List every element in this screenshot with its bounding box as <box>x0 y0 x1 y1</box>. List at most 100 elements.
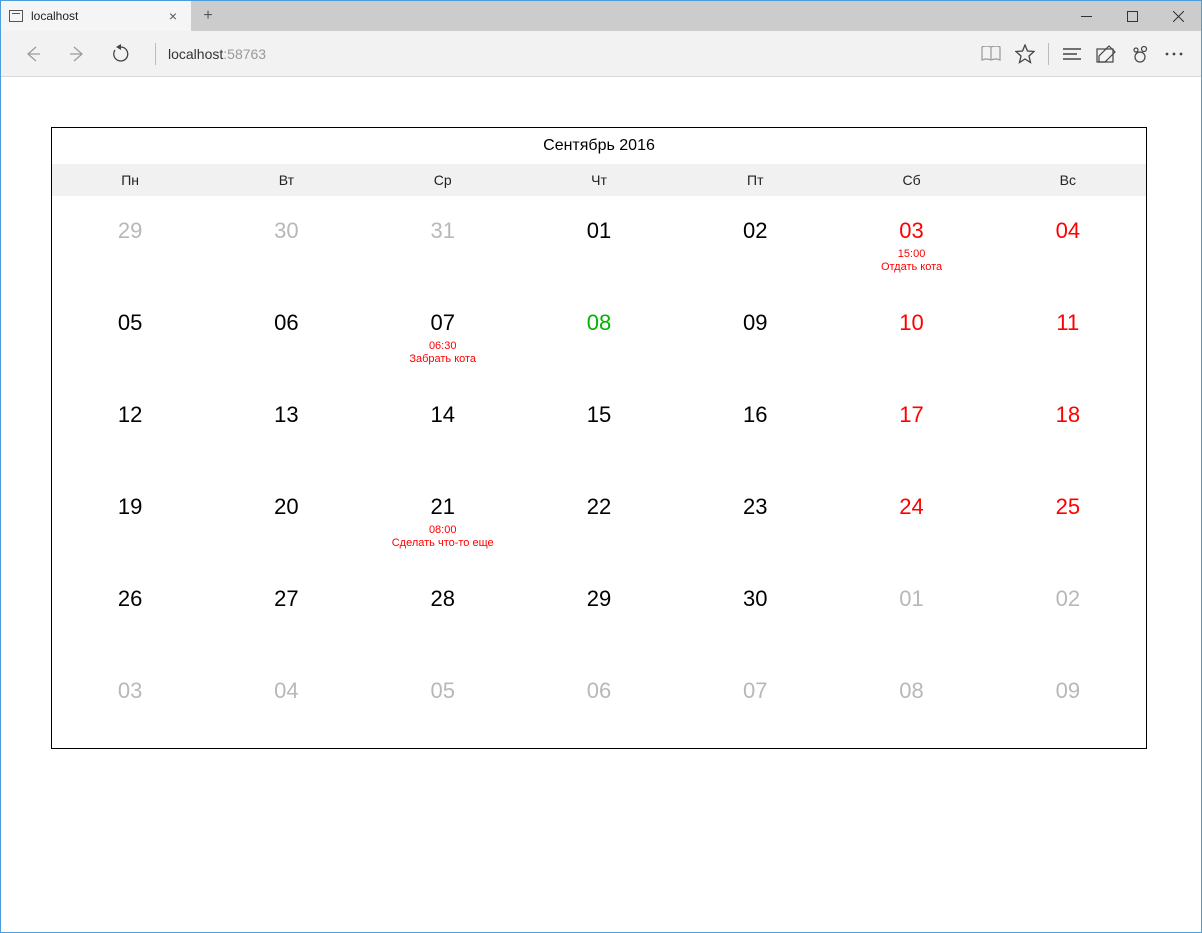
day-number: 03 <box>52 678 208 704</box>
day-number: 01 <box>521 218 677 244</box>
calendar-cell[interactable]: 18 <box>990 380 1146 472</box>
minimize-icon <box>1081 11 1092 22</box>
calendar-row: 05060706:30Забрать кота08091011 <box>52 288 1146 380</box>
calendar-cell[interactable]: 30 <box>208 196 364 288</box>
day-number: 16 <box>677 402 833 428</box>
calendar-cell[interactable]: 02 <box>990 564 1146 656</box>
tab-title: localhost <box>31 9 163 23</box>
window-controls <box>1063 1 1201 31</box>
calendar-cell[interactable]: 0706:30Забрать кота <box>365 288 521 380</box>
calendar-cell[interactable]: 09 <box>677 288 833 380</box>
star-icon <box>1015 44 1035 64</box>
address-bar[interactable]: localhost:58763 <box>168 46 266 62</box>
calendar-cell[interactable]: 04 <box>208 656 364 748</box>
day-number: 26 <box>52 586 208 612</box>
arrow-left-icon <box>23 44 43 64</box>
day-number: 08 <box>833 678 989 704</box>
window-close-button[interactable] <box>1155 1 1201 31</box>
more-button[interactable] <box>1157 38 1191 70</box>
web-note-button[interactable] <box>1089 38 1123 70</box>
calendar-cell[interactable]: 26 <box>52 564 208 656</box>
refresh-button[interactable] <box>105 38 137 70</box>
day-number: 20 <box>208 494 364 520</box>
day-number: 03 <box>833 218 989 244</box>
calendar-cell[interactable]: 06 <box>208 288 364 380</box>
calendar-cell[interactable]: 10 <box>833 288 989 380</box>
calendar-cell[interactable]: 23 <box>677 472 833 564</box>
day-number: 11 <box>990 310 1146 336</box>
calendar-event[interactable]: 06:30Забрать кота <box>365 340 521 366</box>
share-button[interactable] <box>1123 38 1157 70</box>
day-number: 05 <box>365 678 521 704</box>
calendar-cell[interactable]: 13 <box>208 380 364 472</box>
calendar-cell[interactable]: 05 <box>365 656 521 748</box>
calendar-cell[interactable]: 08 <box>833 656 989 748</box>
calendar: Сентябрь 2016 Пн Вт Ср Чт Пт Сб Вс 29303… <box>51 127 1147 749</box>
calendar-cell[interactable]: 03 15:00Отдать кота <box>833 196 989 288</box>
weekday-header: Вт <box>208 164 364 196</box>
separator <box>155 43 156 65</box>
calendar-cell[interactable]: 06 <box>521 656 677 748</box>
calendar-cell[interactable]: 11 <box>990 288 1146 380</box>
event-text: Забрать кота <box>365 353 521 366</box>
window-maximize-button[interactable] <box>1109 1 1155 31</box>
day-number: 09 <box>990 678 1146 704</box>
window-minimize-button[interactable] <box>1063 1 1109 31</box>
forward-button[interactable] <box>61 38 93 70</box>
calendar-cell[interactable]: 03 <box>52 656 208 748</box>
calendar-event[interactable]: 08:00Сделать что-то еще <box>365 524 521 550</box>
calendar-cell[interactable]: 2108:00Сделать что-то еще <box>365 472 521 564</box>
calendar-title: Сентябрь 2016 <box>52 128 1146 164</box>
favorites-button[interactable] <box>1008 38 1042 70</box>
calendar-cell[interactable]: 07 <box>677 656 833 748</box>
day-number: 07 <box>677 678 833 704</box>
day-number: 19 <box>52 494 208 520</box>
more-icon <box>1165 52 1183 56</box>
calendar-cell[interactable]: 24 <box>833 472 989 564</box>
calendar-cell[interactable]: 29 <box>52 196 208 288</box>
separator <box>1048 43 1049 65</box>
weekday-header: Вс <box>990 164 1146 196</box>
calendar-cell[interactable]: 22 <box>521 472 677 564</box>
browser-tab[interactable]: localhost × <box>1 1 191 31</box>
calendar-cell[interactable]: 20 <box>208 472 364 564</box>
calendar-cell[interactable]: 29 <box>521 564 677 656</box>
weekday-header: Пт <box>677 164 833 196</box>
calendar-event[interactable]: 15:00Отдать кота <box>833 248 989 274</box>
calendar-cell[interactable]: 31 <box>365 196 521 288</box>
reading-view-button[interactable] <box>974 38 1008 70</box>
calendar-cell[interactable]: 01 <box>521 196 677 288</box>
calendar-cell[interactable]: 28 <box>365 564 521 656</box>
calendar-cell[interactable]: 16 <box>677 380 833 472</box>
back-button[interactable] <box>17 38 49 70</box>
calendar-cell[interactable]: 17 <box>833 380 989 472</box>
calendar-cell[interactable]: 04 <box>990 196 1146 288</box>
calendar-cell[interactable]: 25 <box>990 472 1146 564</box>
close-tab-button[interactable]: × <box>163 8 183 24</box>
calendar-cell[interactable]: 02 <box>677 196 833 288</box>
calendar-cell[interactable]: 14 <box>365 380 521 472</box>
weekday-header: Сб <box>833 164 989 196</box>
calendar-cell[interactable]: 01 <box>833 564 989 656</box>
new-tab-button[interactable]: + <box>191 1 225 31</box>
titlebar-spacer <box>225 1 1063 31</box>
calendar-cell[interactable]: 27 <box>208 564 364 656</box>
calendar-cell[interactable]: 15 <box>521 380 677 472</box>
weekday-header: Чт <box>521 164 677 196</box>
day-number: 27 <box>208 586 364 612</box>
calendar-cell[interactable]: 19 <box>52 472 208 564</box>
day-number: 02 <box>990 586 1146 612</box>
calendar-cell[interactable]: 05 <box>52 288 208 380</box>
day-number: 04 <box>990 218 1146 244</box>
note-icon <box>1096 45 1116 63</box>
calendar-body: 29303101020315:00Отдать кота0405060706:3… <box>52 196 1146 748</box>
day-number: 18 <box>990 402 1146 428</box>
day-number: 17 <box>833 402 989 428</box>
calendar-cell[interactable]: 30 <box>677 564 833 656</box>
hub-button[interactable] <box>1055 38 1089 70</box>
calendar-cell[interactable]: 09 <box>990 656 1146 748</box>
hub-icon <box>1063 47 1081 61</box>
close-icon <box>1173 11 1184 22</box>
calendar-cell[interactable]: 08 <box>521 288 677 380</box>
calendar-cell[interactable]: 12 <box>52 380 208 472</box>
